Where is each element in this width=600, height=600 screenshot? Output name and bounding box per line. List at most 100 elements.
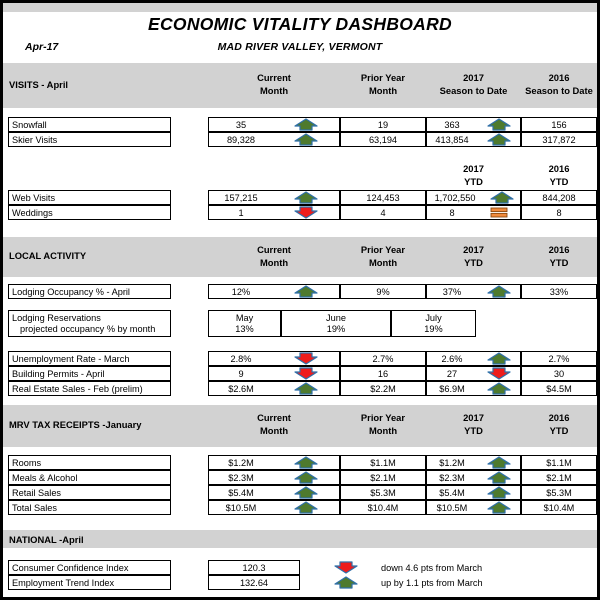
arrow-up-icon xyxy=(486,352,511,365)
note-consumer-confidence: down 4.6 pts from March xyxy=(381,563,483,573)
value-real-estate-ytd-2016: $4.5M xyxy=(546,383,572,394)
cell-lodging-occupancy-current: 12% xyxy=(208,284,340,299)
arrow-down-icon xyxy=(294,352,318,365)
value-snowfall-ytd-2017: 363 xyxy=(444,119,460,130)
top-gray-strip xyxy=(3,3,597,12)
arrow-up-icon xyxy=(294,133,318,146)
value-employment-trend: 132.64 xyxy=(239,577,269,588)
trend-weddings-current xyxy=(273,206,339,219)
value-retail-sales-ytd-2017: $5.4M xyxy=(439,487,465,498)
period-label: Apr-17 xyxy=(25,41,59,53)
trend-meals-alcohol-ytd xyxy=(477,471,520,484)
value-skier-visits-ytd-2016: 317,872 xyxy=(542,134,576,145)
arrow-down-icon xyxy=(294,367,318,380)
cell-skier-visits-ytd-2016: 317,872 xyxy=(521,132,597,147)
trend-employment-trend xyxy=(331,575,361,590)
trend-lodging-occupancy-ytd xyxy=(477,285,520,298)
cell-building-permits-current: 9 xyxy=(208,366,340,381)
value-retail-sales-prior: $5.3M xyxy=(370,487,396,498)
trend-weddings-ytd xyxy=(477,206,520,219)
column-header-2017-season-to-date: 2017 Season to Date xyxy=(439,72,508,96)
value-lodging-occupancy-ytd-2017: 37% xyxy=(442,286,462,297)
cell-skier-visits-ytd-2017: 413,854 xyxy=(426,132,521,147)
page-subtitle: MAD RIVER VALLEY, VERMONT xyxy=(217,41,383,53)
lodging-reservation-month-may: May xyxy=(235,313,254,323)
arrow-up-icon xyxy=(486,486,511,499)
column-header-2016-ytd: 2016 YTD xyxy=(548,163,570,187)
cell-rooms-ytd-2017: $1.2M xyxy=(426,455,521,470)
cell-total-sales-ytd-2016: $10.4M xyxy=(521,500,597,515)
trend-web-visits-current xyxy=(273,191,339,204)
value-total-sales-current: $10.5M xyxy=(225,502,257,513)
value-rooms-prior: $1.1M xyxy=(370,457,396,468)
arrow-up-icon xyxy=(294,486,318,499)
cell-web-visits-current: 157,215 xyxy=(208,190,340,205)
value-building-permits-current: 9 xyxy=(238,368,244,379)
cell-lodging-reservation-june: June 19% xyxy=(281,310,391,337)
arrow-up-icon xyxy=(294,382,318,395)
value-rooms-current: $1.2M xyxy=(228,457,254,468)
lodging-reservation-month-june: June xyxy=(326,313,346,323)
cell-unemployment-ytd-2017: 2.6% xyxy=(426,351,521,366)
column-header-2017-ytd: 2017 YTD xyxy=(463,163,484,187)
cell-web-visits-prior: 124,453 xyxy=(340,190,426,205)
cell-weddings-prior: 4 xyxy=(340,205,426,220)
lodging-reservations-label-line1: Lodging Reservations xyxy=(12,313,101,323)
trend-consumer-confidence xyxy=(331,560,361,575)
arrow-down-icon xyxy=(334,561,358,574)
cell-meals-alcohol-ytd-2017: $2.3M xyxy=(426,470,521,485)
row-label-snowfall: Snowfall xyxy=(8,117,171,132)
value-unemployment-prior: 2.7% xyxy=(372,353,394,364)
column-header-2016-season-to-date: 2016 Season to Date xyxy=(525,72,593,96)
value-meals-alcohol-prior: $2.1M xyxy=(370,472,396,483)
trend-retail-sales-ytd xyxy=(477,486,520,499)
row-label-lodging-reservations: Lodging Reservations projected occupancy… xyxy=(8,310,171,337)
cell-snowfall-ytd-2016: 156 xyxy=(521,117,597,132)
cell-weddings-ytd-2017: 8 xyxy=(426,205,521,220)
value-snowfall-prior: 19 xyxy=(377,119,389,130)
arrow-up-icon xyxy=(486,456,511,469)
trend-web-visits-ytd xyxy=(483,191,520,204)
row-label-consumer-confidence: Consumer Confidence Index xyxy=(8,560,171,575)
column-header-prior-year-month: Prior Year Month xyxy=(360,72,406,96)
value-snowfall-ytd-2016: 156 xyxy=(551,119,567,130)
note-employment-trend: up by 1.1 pts from March xyxy=(381,578,483,588)
arrow-up-icon xyxy=(334,576,358,589)
cell-building-permits-ytd-2016: 30 xyxy=(521,366,597,381)
dashboard-sheet: ECONOMIC VITALITY DASHBOARD MAD RIVER VA… xyxy=(0,0,600,600)
trend-snowfall-ytd xyxy=(477,118,520,131)
trend-meals-alcohol-current xyxy=(273,471,339,484)
column-header-la-2017-ytd: 2017 YTD xyxy=(463,244,484,268)
cell-skier-visits-prior: 63,194 xyxy=(340,132,426,147)
arrow-up-icon xyxy=(294,118,318,131)
lodging-reservation-value-june: 19% xyxy=(326,324,346,334)
section-header-national: NATIONAL -April xyxy=(3,530,597,548)
row-label-web-visits: Web Visits xyxy=(8,190,171,205)
arrow-down-icon xyxy=(294,206,318,219)
trend-real-estate-ytd xyxy=(477,382,520,395)
arrow-up-icon xyxy=(486,285,511,298)
column-header-la-2016-ytd: 2016 YTD xyxy=(548,244,570,268)
cell-lodging-reservation-may: May 13% xyxy=(208,310,281,337)
trend-unemployment-current xyxy=(273,352,339,365)
column-header-current-month: Current Month xyxy=(257,72,291,96)
value-building-permits-ytd-2016: 30 xyxy=(553,368,565,379)
cell-consumer-confidence-value: 120.3 xyxy=(208,560,300,575)
cell-building-permits-ytd-2017: 27 xyxy=(426,366,521,381)
value-rooms-ytd-2016: $1.1M xyxy=(546,457,572,468)
trend-retail-sales-current xyxy=(273,486,339,499)
section-title-national: NATIONAL -April xyxy=(9,534,84,545)
cell-lodging-occupancy-prior: 9% xyxy=(340,284,426,299)
value-building-permits-prior: 16 xyxy=(377,368,389,379)
value-unemployment-ytd-2017: 2.6% xyxy=(441,353,463,364)
trend-lodging-occupancy-current xyxy=(273,285,339,298)
value-retail-sales-ytd-2016: $5.3M xyxy=(546,487,572,498)
value-weddings-current: 1 xyxy=(238,207,244,218)
arrow-up-icon xyxy=(294,285,318,298)
row-label-rooms: Rooms xyxy=(8,455,171,470)
value-web-visits-current: 157,215 xyxy=(224,192,258,203)
cell-total-sales-prior: $10.4M xyxy=(340,500,426,515)
value-web-visits-ytd-2017: 1,702,550 xyxy=(434,192,476,203)
cell-snowfall-prior: 19 xyxy=(340,117,426,132)
value-real-estate-prior: $2.2M xyxy=(370,383,396,394)
